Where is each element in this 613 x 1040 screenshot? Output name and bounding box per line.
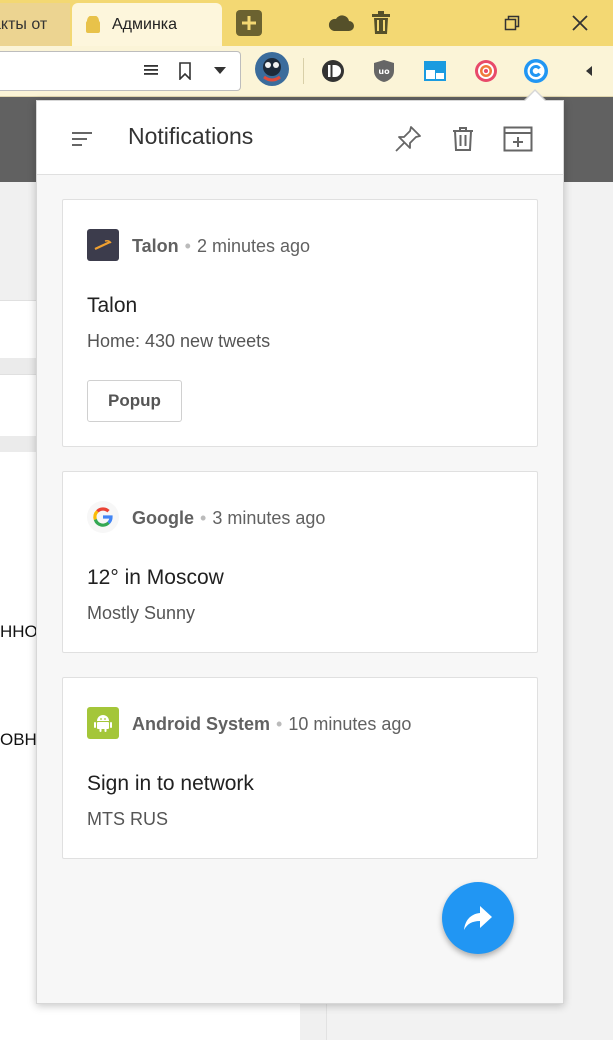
clear-all-button[interactable] [449,125,477,153]
trash-icon [453,127,473,151]
tab-previous[interactable]: акты от [0,3,70,46]
extension-target[interactable] [473,58,499,84]
extension-idme[interactable] [320,58,346,84]
tab-label: акты от [0,15,48,33]
notification-app: Google [132,508,194,528]
pin-button[interactable] [394,125,422,153]
target-extension-icon [475,60,497,82]
extension-window[interactable] [422,58,448,84]
chevron-down-icon[interactable] [213,66,227,75]
notifications-popup: Notifications Talon • 2 minutes ago Talo… [36,100,564,1004]
pushbullet-extension-icon [524,59,548,83]
tab-active[interactable]: Админка [72,3,222,46]
pin-icon [395,126,421,152]
notification-card[interactable]: Android System • 10 minutes ago Sign in to… [62,677,538,859]
notification-time: 2 minutes ago [196,236,311,256]
panel-title: Notifications [128,123,254,149]
new-window-icon [503,126,533,152]
toolbar-divider [303,58,304,84]
id-extension-icon [322,60,344,82]
menu-icon [72,132,92,146]
google-logo-icon [93,507,113,527]
extension-ublock[interactable]: uo [371,58,397,84]
cloud-icon [328,15,354,31]
tab-label: Админка [112,15,178,33]
address-bar[interactable] [0,51,241,91]
notification-meta: Android System • 10 minutes ago [132,714,411,735]
extension-notifications[interactable] [523,58,549,84]
separator-dot: • [276,714,283,734]
browser-tab-bar: акты от Админка [0,0,613,46]
open-window-button[interactable] [502,125,534,153]
window-extension-icon [424,61,446,81]
notification-title: Talon [87,294,138,317]
notification-body: MTS RUS [87,809,168,829]
notification-app: Talon [132,236,179,256]
notification-body: Home: 430 new tweets [87,331,271,351]
plus-icon [242,16,256,30]
notification-time: 3 minutes ago [212,508,326,528]
android-favicon-icon [86,15,100,33]
new-tab-button[interactable] [236,10,262,36]
popup-action-button[interactable]: Popup [87,380,182,422]
notification-body: Mostly Sunny [87,603,196,623]
notification-meta: Google • 3 minutes ago [132,508,325,529]
avatar[interactable] [253,50,291,88]
talon-icon [87,229,119,261]
restore-window-icon [504,15,520,31]
cloud-button[interactable] [326,6,356,40]
close-window-button[interactable] [565,6,595,40]
svg-text:uo: uo [378,67,390,76]
trash-icon [372,11,390,34]
popup-header: Notifications [37,101,563,175]
notification-card[interactable]: Google • 3 minutes ago 12° in Moscow Mostl… [62,471,538,653]
separator-dot: • [184,236,191,256]
notification-title: Sign in to network [87,772,254,795]
notification-time: 10 minutes ago [288,714,412,734]
notification-title: 12° in Moscow [87,566,224,589]
browser-toolbar: uo [0,46,613,97]
google-icon [87,501,119,533]
talon-logo-icon [94,240,112,250]
notification-app: Android System [132,714,271,734]
android-logo-icon [94,715,112,732]
extensions-overflow-button[interactable] [576,58,602,84]
close-icon [572,15,588,31]
restore-button[interactable] [497,6,527,40]
trash-button[interactable] [368,6,394,40]
menu-button[interactable] [68,125,96,153]
notification-card[interactable]: Talon • 2 minutes ago Talon Home: 430 new … [62,199,538,447]
popup-caret-inner [525,91,545,101]
separator-dot: • [200,508,207,528]
chevron-left-icon [586,66,592,76]
notification-meta: Talon • 2 minutes ago [132,236,310,257]
send-push-button[interactable] [442,882,514,954]
reader-mode-icon[interactable] [143,62,159,78]
bookmark-icon[interactable] [178,62,192,80]
avatar-icon [255,52,289,86]
ublock-icon: uo [374,60,394,82]
share-arrow-icon [464,906,492,930]
android-icon [87,707,119,739]
